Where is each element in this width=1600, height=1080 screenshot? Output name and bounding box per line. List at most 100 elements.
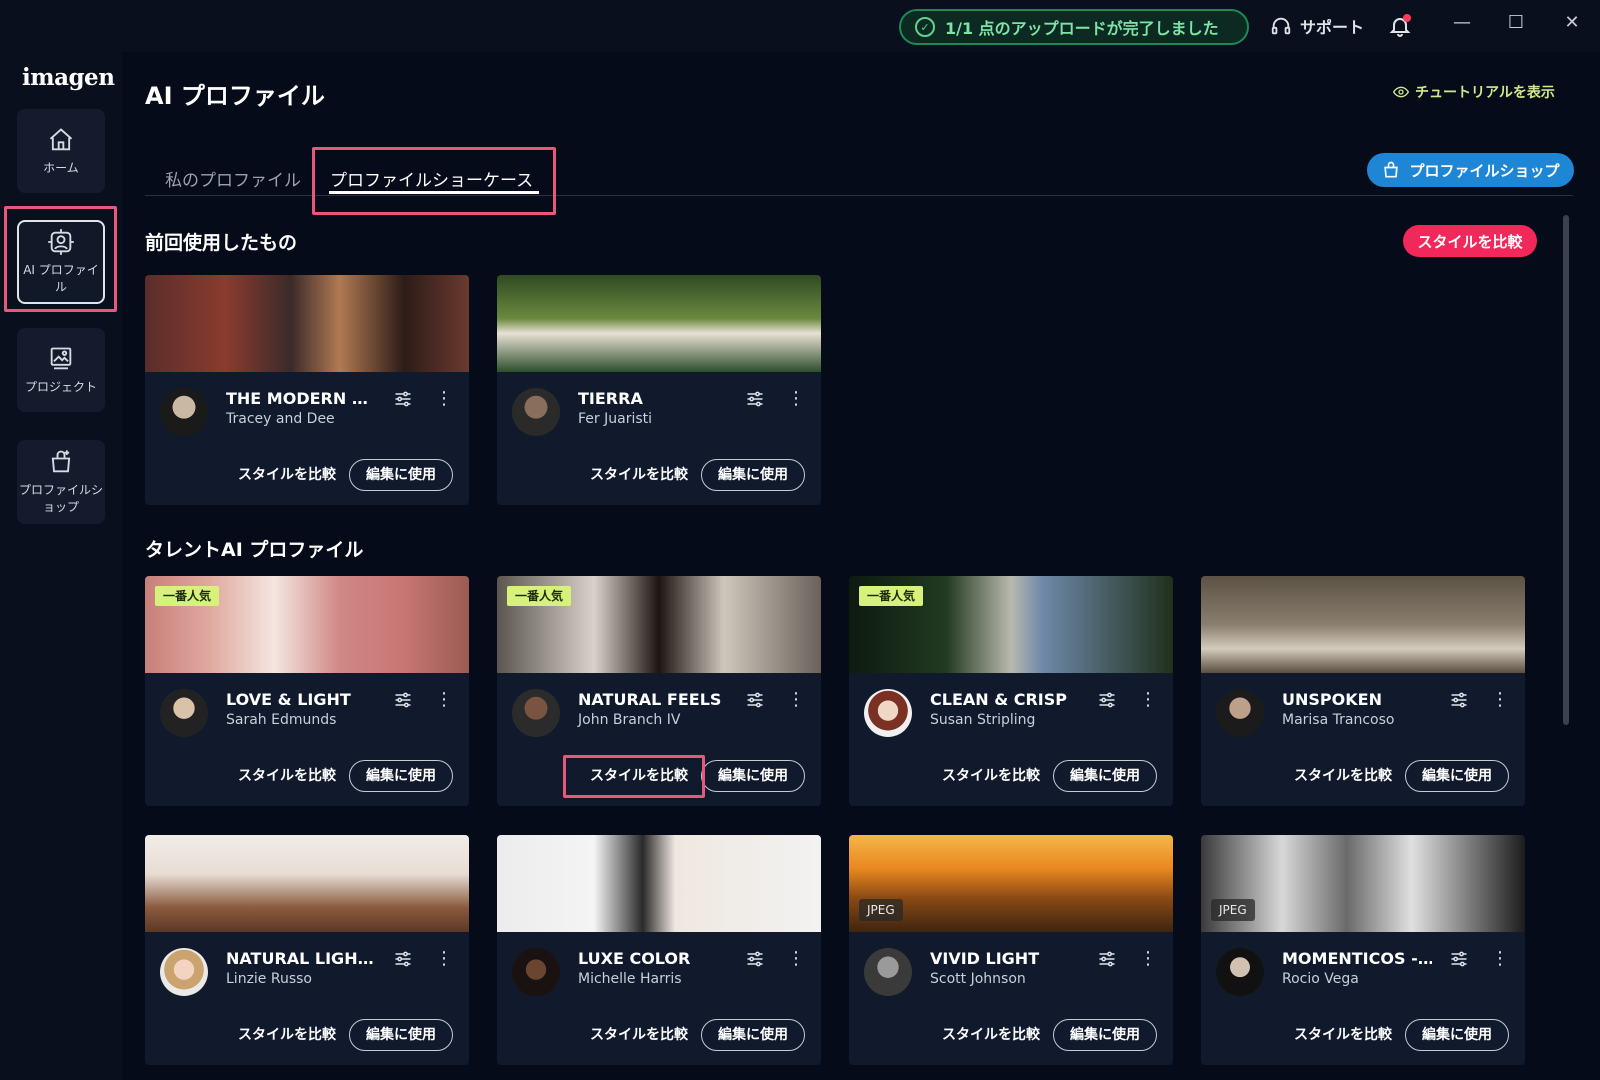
maximize-button[interactable]: ☐: [1496, 8, 1536, 38]
profile-thumbnail[interactable]: [497, 835, 821, 932]
sliders-icon[interactable]: [393, 690, 413, 710]
profile-name: NATURAL LIGH…: [226, 949, 374, 968]
compare-style-button[interactable]: スタイルを比較: [584, 463, 694, 487]
profile-card[interactable]: 一番人気 CLEAN & CRISP Susan Stripling ⋮ スタイ…: [849, 576, 1173, 806]
notification-dot: [1403, 14, 1411, 22]
more-options-icon[interactable]: ⋮: [435, 689, 453, 711]
sliders-icon[interactable]: [745, 389, 765, 409]
minimize-button[interactable]: —: [1442, 8, 1482, 38]
profile-author: Michelle Harris: [578, 971, 682, 987]
avatar: [512, 948, 560, 996]
profile-card[interactable]: NATURAL LIGH… Linzie Russo ⋮ スタイルを比較 編集に…: [145, 835, 469, 1065]
compare-style-button[interactable]: スタイルを比較: [232, 463, 342, 487]
profile-name: TIERRA: [578, 389, 643, 408]
use-for-edit-button[interactable]: 編集に使用: [1053, 1019, 1157, 1051]
profile-author: Susan Stripling: [930, 712, 1036, 728]
avatar: [512, 689, 560, 737]
more-options-icon[interactable]: ⋮: [787, 689, 805, 711]
profile-shop-button[interactable]: プロファイルショップ: [1367, 153, 1574, 187]
profile-name: NATURAL FEELS: [578, 690, 722, 709]
upload-status-text: 1/1 点のアップロードが完了しました: [945, 19, 1219, 38]
avatar: [864, 948, 912, 996]
profile-thumbnail[interactable]: [497, 275, 821, 372]
profile-thumbnail[interactable]: [145, 835, 469, 932]
page-title: AI プロファイル: [145, 82, 325, 110]
more-options-icon[interactable]: ⋮: [435, 388, 453, 410]
compare-style-button[interactable]: スタイルを比較: [232, 1023, 342, 1047]
use-for-edit-button[interactable]: 編集に使用: [701, 760, 805, 792]
profile-thumbnail[interactable]: [1201, 576, 1525, 673]
profile-name: THE MODERN …: [226, 389, 368, 408]
profile-card[interactable]: LUXE COLOR Michelle Harris ⋮ スタイルを比較 編集に…: [497, 835, 821, 1065]
compare-style-button[interactable]: スタイルを比較: [1288, 764, 1398, 788]
tutorial-link[interactable]: チュートリアルを表示: [1393, 82, 1555, 102]
profile-card[interactable]: UNSPOKEN Marisa Trancoso ⋮ スタイルを比較 編集に使用: [1201, 576, 1525, 806]
scrollbar[interactable]: [1563, 215, 1569, 725]
sliders-icon[interactable]: [1097, 949, 1117, 969]
more-options-icon[interactable]: ⋮: [787, 948, 805, 970]
use-for-edit-button[interactable]: 編集に使用: [349, 1019, 453, 1051]
use-for-edit-button[interactable]: 編集に使用: [349, 459, 453, 491]
profile-author: Scott Johnson: [930, 971, 1026, 987]
profile-author: Fer Juaristi: [578, 411, 653, 427]
close-button[interactable]: ✕: [1552, 8, 1592, 38]
title-bar: ✓ 1/1 点のアップロードが完了しました サポート — ☐ ✕: [0, 0, 1600, 52]
compare-styles-button[interactable]: スタイルを比較: [1403, 225, 1537, 257]
shop-icon: [1384, 161, 1399, 178]
more-options-icon[interactable]: ⋮: [1491, 689, 1509, 711]
more-options-icon[interactable]: ⋮: [1139, 948, 1157, 970]
sidebar-item-label: プロファイルショップ: [18, 483, 103, 514]
sliders-icon[interactable]: [393, 949, 413, 969]
compare-style-button[interactable]: スタイルを比較: [936, 1023, 1046, 1047]
compare-style-button[interactable]: スタイルを比較: [936, 764, 1046, 788]
more-options-icon[interactable]: ⋮: [1139, 689, 1157, 711]
profile-card[interactable]: THE MODERN … Tracey and Dee ⋮ スタイルを比較 編集…: [145, 275, 469, 505]
sliders-icon[interactable]: [393, 389, 413, 409]
more-options-icon[interactable]: ⋮: [435, 948, 453, 970]
profile-name: CLEAN & CRISP: [930, 690, 1067, 709]
use-for-edit-button[interactable]: 編集に使用: [349, 760, 453, 792]
shop-icon: [51, 450, 71, 473]
compare-style-button[interactable]: スタイルを比較: [232, 764, 342, 788]
profile-name: MOMENTICOS -…: [1282, 949, 1432, 968]
profile-thumbnail[interactable]: [145, 275, 469, 372]
sidebar-item-home[interactable]: ホーム: [17, 109, 105, 193]
profile-author: Marisa Trancoso: [1282, 712, 1395, 728]
sliders-icon[interactable]: [745, 949, 765, 969]
profile-card[interactable]: 一番人気 LOVE & LIGHT Sarah Edmunds ⋮ スタイルを比…: [145, 576, 469, 806]
highlight-compare-natural-feels: [563, 755, 705, 798]
use-for-edit-button[interactable]: 編集に使用: [1405, 1019, 1509, 1051]
use-for-edit-button[interactable]: 編集に使用: [701, 459, 805, 491]
profile-name: LUXE COLOR: [578, 949, 691, 968]
avatar: [160, 689, 208, 737]
more-options-icon[interactable]: ⋮: [1491, 948, 1509, 970]
avatar: [864, 689, 912, 737]
popular-badge: 一番人気: [859, 586, 924, 606]
sidebar-item-shop[interactable]: プロファイルショップ: [17, 440, 105, 524]
sliders-icon[interactable]: [745, 690, 765, 710]
tab-my-profiles[interactable]: 私のプロファイル: [165, 166, 301, 191]
sliders-icon[interactable]: [1097, 690, 1117, 710]
support-button[interactable]: サポート: [1270, 14, 1364, 38]
sliders-icon[interactable]: [1449, 949, 1469, 969]
upload-status-pill[interactable]: ✓ 1/1 点のアップロードが完了しました: [899, 9, 1249, 45]
use-for-edit-button[interactable]: 編集に使用: [701, 1019, 805, 1051]
use-for-edit-button[interactable]: 編集に使用: [1053, 760, 1157, 792]
use-for-edit-button[interactable]: 編集に使用: [1405, 760, 1509, 792]
profile-author: Tracey and Dee: [226, 411, 335, 427]
compare-style-button[interactable]: スタイルを比較: [584, 1023, 694, 1047]
highlight-ai-profile: [4, 206, 117, 312]
profile-card[interactable]: JPEG MOMENTICOS -… Rocio Vega ⋮ スタイルを比較 …: [1201, 835, 1525, 1065]
profile-card[interactable]: TIERRA Fer Juaristi ⋮ スタイルを比較 編集に使用: [497, 275, 821, 505]
sidebar-item-project[interactable]: プロジェクト: [17, 328, 105, 412]
section-title-talent: タレントAI プロファイル: [145, 539, 364, 561]
sliders-icon[interactable]: [1449, 690, 1469, 710]
headset-icon: [1271, 17, 1291, 35]
profile-card[interactable]: JPEG VIVID LIGHT Scott Johnson ⋮ スタイルを比較…: [849, 835, 1173, 1065]
more-options-icon[interactable]: ⋮: [787, 388, 805, 410]
home-icon: [49, 127, 73, 150]
avatar: [512, 388, 560, 436]
compare-style-button[interactable]: スタイルを比較: [1288, 1023, 1398, 1047]
check-circle-icon: ✓: [915, 17, 935, 37]
popular-badge: 一番人気: [507, 586, 572, 606]
